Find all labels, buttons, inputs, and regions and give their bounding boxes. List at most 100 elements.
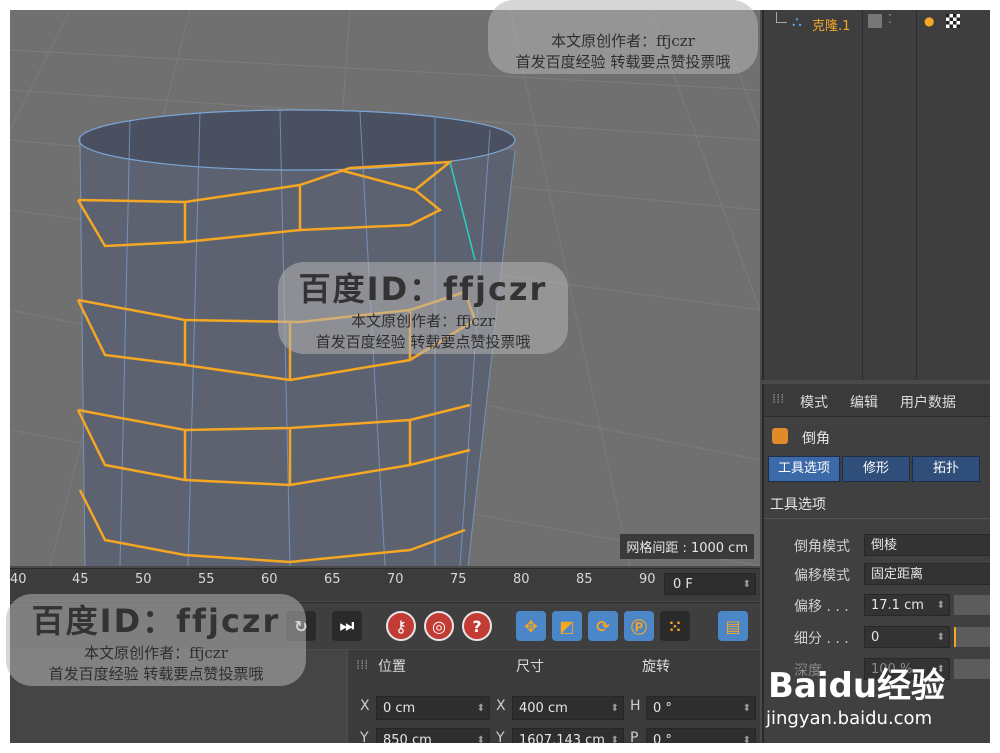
- bevel-mode-select[interactable]: 倒棱: [864, 534, 990, 556]
- watermark-id: 百度ID：ffjczr: [298, 270, 548, 308]
- size-x-label: X: [496, 698, 506, 714]
- timeline-tick: 85: [576, 572, 593, 587]
- spinner-icon[interactable]: ⬍: [937, 595, 945, 617]
- baidu-logo: Baidu经验: [768, 666, 946, 706]
- move-icon[interactable]: ✥: [516, 611, 546, 641]
- rot-h-value: 0 °: [653, 701, 672, 716]
- timeline-tick: 50: [135, 572, 152, 587]
- pos-x-value: 0 cm: [383, 701, 416, 716]
- watermark-note: 首发百度经验 转载要点赞投票哦: [315, 333, 531, 351]
- offset-input[interactable]: 17.1 cm ⬍: [864, 594, 950, 616]
- size-y-label: Y: [496, 730, 505, 743]
- record-key-icon[interactable]: ⚷: [386, 611, 416, 641]
- timeline-tick: 75: [450, 572, 467, 587]
- subdivision-label: 细分 . . .: [794, 631, 849, 647]
- pos-y-input[interactable]: 850 cm ⬍: [376, 728, 490, 743]
- offset-slider[interactable]: [954, 595, 990, 615]
- spinner-icon[interactable]: ⬍: [743, 574, 751, 596]
- spinner-icon[interactable]: ⬍: [477, 697, 485, 721]
- watermark-author: 本文原创作者：ffjczr: [351, 312, 495, 330]
- spinner-icon[interactable]: ⬍: [477, 729, 485, 743]
- watermark-bottom: 百度ID：ffjczr 本文原创作者：ffjczr 首发百度经验 转载要点赞投票…: [6, 594, 306, 686]
- attribute-tabs: ⁞⁞⁞ 模式 编辑 用户数据: [764, 384, 990, 417]
- spinner-icon[interactable]: ⬍: [743, 729, 751, 743]
- subdivision-input[interactable]: 0 ⬍: [864, 626, 950, 648]
- baidu-watermark: Baidu经验 jingyan.baidu.com: [760, 648, 990, 743]
- tag-icon[interactable]: ●: [924, 14, 934, 28]
- size-x-value: 400 cm: [519, 701, 568, 716]
- column-divider: [862, 10, 863, 380]
- watermark-note: 首发百度经验 转载要点赞投票哦: [48, 665, 264, 683]
- object-type-row: 倒角: [764, 420, 990, 454]
- size-x-input[interactable]: 400 cm ⬍: [512, 696, 624, 720]
- watermark-id: 百度ID：ffjczr: [31, 602, 281, 640]
- offset-mode-select[interactable]: 固定距离: [864, 563, 990, 585]
- column-divider: [916, 10, 917, 380]
- watermark-author: 本文原创作者：ffjczr: [84, 644, 228, 662]
- offset-value: 17.1 cm: [871, 598, 924, 613]
- timeline-tick: 65: [324, 572, 341, 587]
- rotation-header: 旋转: [642, 659, 670, 675]
- rot-h-label: H: [630, 698, 641, 714]
- object-name: 克隆.1: [812, 19, 851, 34]
- scale-icon[interactable]: ◩: [552, 611, 582, 641]
- watermark-top: 本文原创作者：ffjczr 首发百度经验 转载要点赞投票哦: [488, 0, 758, 74]
- rot-p-label: P: [630, 730, 639, 743]
- grip-icon: ⁞⁞⁞: [356, 658, 369, 673]
- offset-label: 偏移 . . .: [794, 599, 849, 615]
- bevel-mode-value: 倒棱: [871, 538, 898, 553]
- size-y-input[interactable]: 1607.143 cm ⬍: [512, 728, 624, 743]
- rot-p-value: 0 °: [653, 733, 672, 743]
- bevel-mode-label: 倒角模式: [794, 539, 850, 555]
- pos-x-input[interactable]: 0 cm ⬍: [376, 696, 490, 720]
- section-divider: [764, 518, 990, 519]
- cloner-icon: ⛬: [792, 14, 802, 30]
- auto-key-icon[interactable]: ◎: [424, 611, 454, 641]
- spinner-icon[interactable]: ⬍: [611, 729, 619, 743]
- checker-tag-icon[interactable]: [946, 14, 960, 28]
- rot-p-input[interactable]: 0 ° ⬍: [646, 728, 756, 743]
- tab-user-data[interactable]: 用户数据: [900, 392, 956, 412]
- object-row[interactable]: ⛬ 克隆.1 ⁚ ●: [764, 10, 990, 36]
- offset-mode-value: 固定距离: [871, 567, 924, 582]
- film-icon[interactable]: ▤: [718, 611, 748, 641]
- tab-mode[interactable]: 模式: [800, 392, 828, 412]
- current-frame-field[interactable]: 0 F ⬍: [664, 573, 756, 595]
- object-type-label: 倒角: [802, 431, 830, 447]
- size-y-value: 1607.143 cm: [519, 733, 605, 743]
- position-header: 位置: [378, 659, 406, 675]
- tool-tabs: 工具选项 修形 拓扑: [768, 456, 990, 482]
- keyframe-selection-icon[interactable]: ?: [462, 611, 492, 641]
- visibility-dots-icon[interactable]: ⁚: [888, 12, 892, 26]
- tab-tool-options[interactable]: 工具选项: [768, 456, 840, 482]
- timeline-tick: 70: [387, 572, 404, 587]
- rotate-icon[interactable]: ⟳: [588, 611, 618, 641]
- grid-spacing-label: 网格间距 : 1000 cm: [620, 534, 754, 559]
- watermark-note: 首发百度经验 转载要点赞投票哦: [515, 53, 731, 71]
- tab-edit[interactable]: 编辑: [850, 392, 878, 412]
- subdivision-slider[interactable]: [954, 627, 990, 647]
- goto-end-icon[interactable]: ⏭: [332, 611, 362, 641]
- tab-topology[interactable]: 拓扑: [912, 456, 980, 482]
- size-header: 尺寸: [516, 659, 544, 675]
- current-frame-value: 0 F: [673, 577, 693, 592]
- tab-shaping[interactable]: 修形: [842, 456, 910, 482]
- rot-h-input[interactable]: 0 ° ⬍: [646, 696, 756, 720]
- pos-y-value: 850 cm: [383, 733, 432, 743]
- bevel-cube-icon: [772, 428, 788, 444]
- spinner-icon[interactable]: ⬍: [611, 697, 619, 721]
- pos-x-label: X: [360, 698, 370, 714]
- point-level-icon[interactable]: ⁙: [660, 611, 690, 641]
- layer-icon[interactable]: [868, 14, 882, 28]
- timeline-tick: 55: [198, 572, 215, 587]
- object-manager: ⛬ 克隆.1 ⁚ ●: [762, 10, 990, 380]
- parameter-icon[interactable]: Ⓟ: [624, 611, 654, 641]
- section-title: 工具选项: [770, 497, 826, 513]
- timeline-tick: 40: [10, 572, 27, 587]
- pos-y-label: Y: [360, 730, 369, 743]
- spinner-icon[interactable]: ⬍: [937, 627, 945, 649]
- grip-icon: ⁞⁞⁞: [772, 392, 785, 407]
- timeline-tick: 45: [72, 572, 89, 587]
- timeline-tick: 80: [513, 572, 530, 587]
- spinner-icon[interactable]: ⬍: [743, 697, 751, 721]
